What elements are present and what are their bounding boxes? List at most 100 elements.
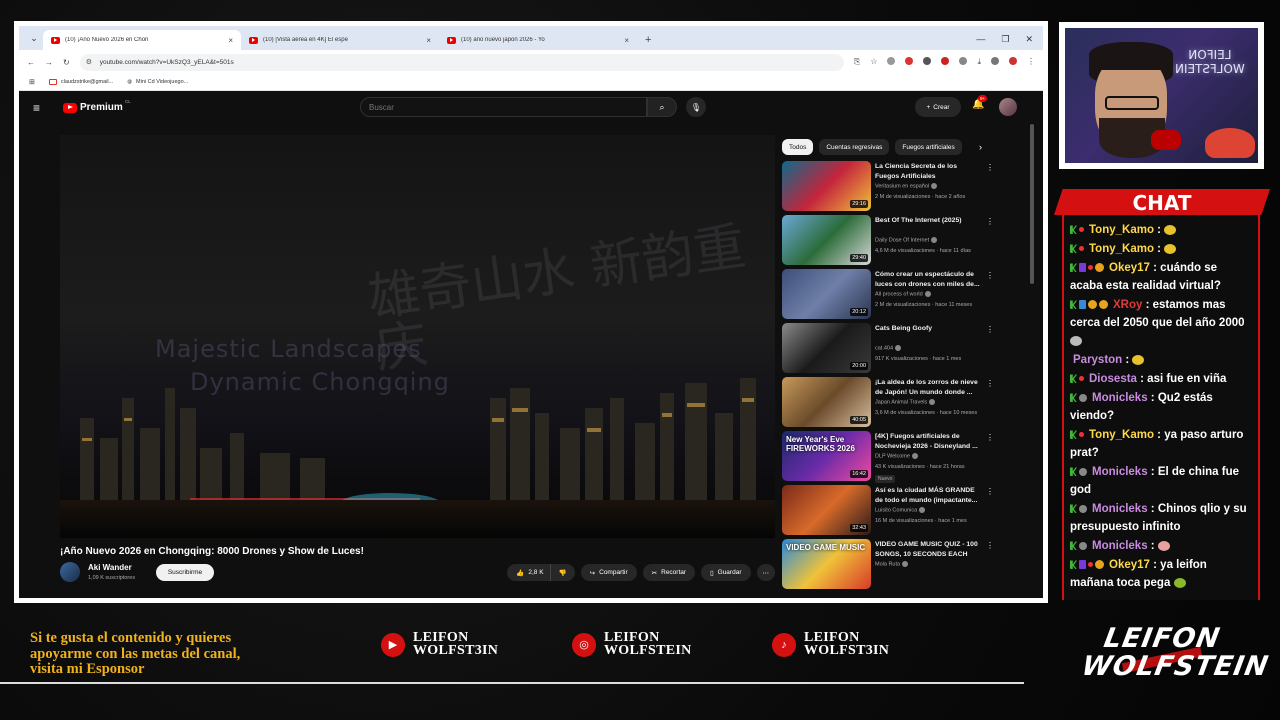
extension-icon[interactable] xyxy=(991,57,999,65)
video-player[interactable]: 雄奇山水 新韵重庆 Majestic Landscapes Dynamic Ch… xyxy=(60,135,775,538)
chip-fireworks[interactable]: Fuegos artificiales xyxy=(895,139,962,155)
chat-username[interactable]: Tony_Kamo xyxy=(1089,243,1154,255)
chips-next-icon[interactable]: › xyxy=(979,139,982,155)
more-actions-button[interactable]: ⋯ xyxy=(756,564,775,581)
video-title[interactable]: ¡La aldea de los zorros de nieve de Japó… xyxy=(875,378,983,397)
chat-username[interactable]: Monicleks xyxy=(1092,540,1148,552)
recommended-video[interactable]: 20:00 Cats Being Goofy cat.404 917 K visual… xyxy=(782,323,1032,377)
page-scrollbar[interactable] xyxy=(1030,124,1034,284)
back-icon[interactable]: ← xyxy=(27,58,35,67)
account-avatar[interactable] xyxy=(999,98,1017,116)
download-icon[interactable]: ⤓ xyxy=(977,57,981,67)
video-title[interactable]: Best Of The Internet (2025) xyxy=(875,216,983,226)
extension-icon[interactable] xyxy=(887,57,896,65)
recommended-video[interactable]: New Year's Eve FIREWORKS 2026 16:42 [4K] F… xyxy=(782,431,1032,485)
recommended-video[interactable]: 29:16 La Ciencia Secreta de los Fuegos Ar… xyxy=(782,161,1032,215)
chip-countdowns[interactable]: Cuentas regresivas xyxy=(819,139,890,155)
video-thumbnail[interactable]: 20:00 xyxy=(782,323,871,373)
site-info-icon[interactable]: ⚙ xyxy=(86,58,92,66)
share-button[interactable]: ↪ Compartir xyxy=(580,564,637,581)
video-channel[interactable]: Daily Dose Of Internet xyxy=(875,237,938,243)
video-title[interactable]: [4K] Fuegos artificiales de Nochevieja 2… xyxy=(875,432,983,451)
like-button[interactable]: 👍 2,8 K xyxy=(507,564,550,581)
install-icon[interactable]: ⎘ xyxy=(854,57,860,67)
video-channel[interactable]: DLP Welcome xyxy=(875,453,918,459)
more-options-icon[interactable]: ⋮ xyxy=(986,541,994,550)
menu-icon[interactable]: ≡ xyxy=(33,101,53,115)
chat-username[interactable]: Okey17 xyxy=(1109,262,1150,274)
video-thumbnail[interactable]: 32:43 xyxy=(782,485,871,535)
recommended-video[interactable]: 32:43 Así es la ciudad MÁS GRANDE de todo… xyxy=(782,485,1032,539)
maximize-icon[interactable]: ❐ xyxy=(1001,34,1009,45)
channel-name[interactable]: Aki Wander xyxy=(88,563,132,572)
clip-button[interactable]: ✂ Recortar xyxy=(642,564,696,581)
chat-username[interactable]: Monicleks xyxy=(1092,466,1148,478)
recommended-video[interactable]: VIDEO GAME MUSIC VIDEO GAME MUSIC QUIZ - … xyxy=(782,539,1032,593)
recommended-video[interactable]: 40:05 ¡La aldea de los zorros de nieve de… xyxy=(782,377,1032,431)
extension-icon[interactable] xyxy=(905,57,914,65)
close-window-icon[interactable]: ✕ xyxy=(1025,34,1033,45)
extension-icon[interactable] xyxy=(959,57,968,65)
forward-icon[interactable]: → xyxy=(45,58,53,67)
url-input[interactable]: ⚙ youtube.com/watch?v=UkSzQ3_yELA&t=501s xyxy=(79,53,844,71)
more-options-icon[interactable]: ⋮ xyxy=(986,379,994,388)
notifications-button[interactable]: 🔔 9+ xyxy=(972,95,988,110)
chat-username[interactable]: Monicleks xyxy=(1092,503,1148,515)
video-thumbnail[interactable]: 29:16 xyxy=(782,161,871,211)
extension-icon[interactable] xyxy=(923,57,932,65)
voice-search-button[interactable]: 🎙 xyxy=(686,97,706,117)
channel-avatar[interactable] xyxy=(60,562,80,582)
recommended-video[interactable]: 29:40 Best Of The Internet (2025) Daily Do… xyxy=(782,215,1032,269)
video-channel[interactable]: All process of world xyxy=(875,291,931,297)
bookmark-star-icon[interactable]: ☆ xyxy=(870,57,877,67)
chat-username[interactable]: Paryston xyxy=(1073,354,1122,366)
tab-2[interactable]: (10) [Vista aérea en 4K] El espe × xyxy=(241,30,439,50)
video-channel[interactable]: cat.404 xyxy=(875,345,902,351)
tab-close-icon[interactable]: × xyxy=(426,36,431,45)
chat-username[interactable]: Tony_Kamo xyxy=(1089,224,1154,236)
video-channel[interactable]: Luisito Comunica xyxy=(875,507,926,513)
video-thumbnail[interactable]: New Year's Eve FIREWORKS 2026 16:42 xyxy=(782,431,871,481)
youtube-logo[interactable]: Premium CL xyxy=(63,99,131,113)
reload-icon[interactable]: ↻ xyxy=(63,58,70,67)
more-options-icon[interactable]: ⋮ xyxy=(986,433,994,442)
video-title[interactable]: VIDEO GAME MUSIC QUIZ - 100 SONGS, 10 SE… xyxy=(875,540,983,559)
create-button[interactable]: + Crear xyxy=(915,97,961,117)
search-button[interactable]: ⌕ xyxy=(647,97,677,117)
more-options-icon[interactable]: ⋮ xyxy=(986,163,994,172)
chat-username[interactable]: Okey17 xyxy=(1109,559,1150,571)
tab-close-icon[interactable]: × xyxy=(624,36,629,45)
apps-grid-icon[interactable]: ⊞ xyxy=(29,78,35,86)
more-options-icon[interactable]: ⋮ xyxy=(986,487,994,496)
minimize-icon[interactable]: — xyxy=(976,34,985,45)
video-title[interactable]: Cómo crear un espectáculo de luces con d… xyxy=(875,270,983,289)
more-options-icon[interactable]: ⋮ xyxy=(986,325,994,334)
video-channel[interactable]: Veritasium en español xyxy=(875,183,938,189)
bookmark-item[interactable]: ◍ Mini Cd Videojuego... xyxy=(127,79,188,85)
save-button[interactable]: ▯ Guardar xyxy=(701,564,751,581)
chat-username[interactable]: XRoy xyxy=(1113,299,1142,311)
chat-username[interactable]: Diosesta xyxy=(1089,373,1137,385)
more-options-icon[interactable]: ⋮ xyxy=(986,217,994,226)
video-title[interactable]: Cats Being Goofy xyxy=(875,324,983,334)
extension-icon[interactable] xyxy=(941,57,950,65)
video-channel[interactable]: Mola Ruta xyxy=(875,561,909,567)
video-title[interactable]: Así es la ciudad MÁS GRANDE de todo el m… xyxy=(875,486,983,505)
chat-username[interactable]: Tony_Kamo xyxy=(1089,429,1154,441)
search-input[interactable]: Buscar xyxy=(360,97,647,117)
dislike-button[interactable]: 👎 xyxy=(549,564,575,581)
subscribe-button[interactable]: Suscribirme xyxy=(156,564,214,581)
video-channel[interactable]: Japan Animal Travels xyxy=(875,399,936,405)
video-title[interactable]: La Ciencia Secreta de los Fuegos Artific… xyxy=(875,162,983,181)
tab-1[interactable]: (10) ¡Año Nuevo 2026 en Chon × xyxy=(43,30,241,50)
chat-username[interactable]: Monicleks xyxy=(1092,392,1148,404)
more-options-icon[interactable]: ⋮ xyxy=(986,271,994,280)
profile-avatar[interactable] xyxy=(1009,57,1017,65)
video-thumbnail[interactable]: 40:05 xyxy=(782,377,871,427)
tab-3[interactable]: (10) año nuevo japon 2026 - Yo × xyxy=(439,30,637,50)
tab-search-icon[interactable]: ⌄ xyxy=(25,29,43,47)
recommended-video[interactable]: 20:12 Cómo crear un espectáculo de luces … xyxy=(782,269,1032,323)
tab-close-icon[interactable]: × xyxy=(228,36,233,45)
browser-menu-icon[interactable]: ⋮ xyxy=(1027,57,1035,67)
video-thumbnail[interactable]: 29:40 xyxy=(782,215,871,265)
